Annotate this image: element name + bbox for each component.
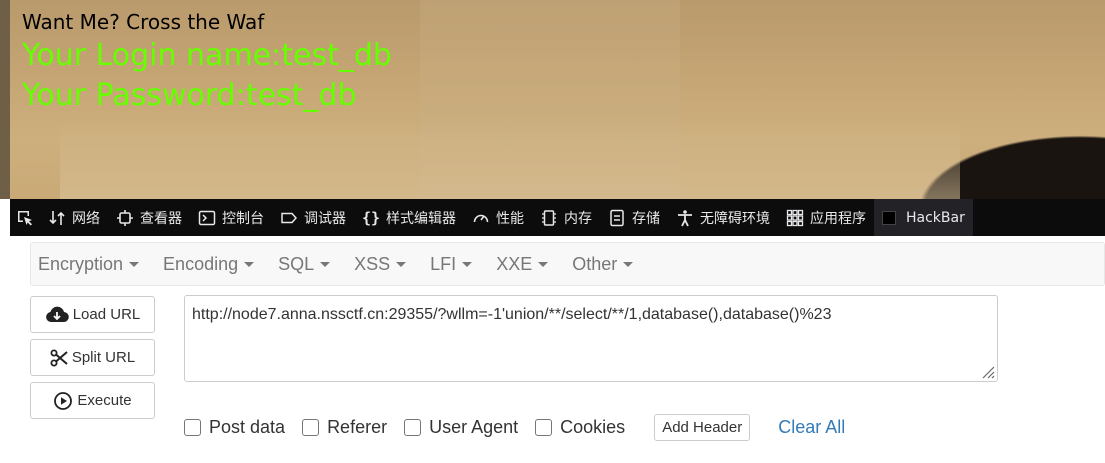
menu-other[interactable]: Other [565,254,640,275]
load-url-button[interactable]: Load URL [30,296,155,333]
cookies-option[interactable]: Cookies [535,417,625,438]
tab-accessibility[interactable]: 无障碍环境 [668,199,778,236]
tab-label: 调试器 [304,210,346,227]
scissors-icon [50,349,68,367]
caret-down-icon [396,261,407,267]
storage-icon [608,209,626,227]
debugger-icon [280,209,298,227]
tab-label: 性能 [496,210,524,227]
execute-button[interactable]: Execute [30,382,155,419]
menu-sql[interactable]: SQL [271,254,337,275]
application-icon [786,209,804,227]
style-editor-icon: {} [361,208,381,227]
menu-xxe[interactable]: XXE [489,254,555,275]
menu-label: Other [572,253,618,274]
menu-encryption[interactable]: Encryption [31,254,146,275]
referer-option[interactable]: Referer [302,417,387,438]
web-page-content: Want Me? Cross the Waf Your Login name:t… [0,0,1105,199]
menu-lfi[interactable]: LFI [423,254,479,275]
hackbar-menubar: Encryption Encoding SQL XSS LFI XXE Othe… [30,242,1105,286]
inspector-icon [116,209,134,227]
caret-down-icon [129,261,140,267]
add-header-button[interactable]: Add Header [654,413,751,441]
accessibility-icon [676,209,694,227]
tab-debugger[interactable]: 调试器 [272,199,354,236]
resize-grip-icon[interactable] [979,363,995,379]
performance-icon [472,209,490,227]
tab-label: 应用程序 [810,210,866,227]
tab-label: 控制台 [222,210,264,227]
split-url-button[interactable]: Split URL [30,339,155,376]
cookies-checkbox[interactable] [535,418,553,436]
button-label: Split URL [71,349,136,366]
option-label: Cookies [560,416,626,437]
page-left-edge [0,0,10,199]
caret-down-icon [244,261,255,267]
tab-performance[interactable]: 性能 [464,199,532,236]
menu-label: LFI [430,253,457,274]
network-icon [48,209,66,227]
referer-checkbox[interactable] [302,418,320,436]
menu-label: Encoding [163,253,239,274]
tab-label: 存储 [632,210,660,227]
tab-label: 无障碍环境 [700,210,770,227]
cloud-download-icon [45,306,69,324]
tab-label: 内存 [564,210,592,227]
post-data-option[interactable]: Post data [184,417,285,438]
user-agent-checkbox[interactable] [404,418,422,436]
option-label: Referer [327,416,388,437]
tab-memory[interactable]: 内存 [532,199,600,236]
menu-label: SQL [278,253,315,274]
clear-all-link[interactable]: Clear All [778,417,845,438]
tab-application[interactable]: 应用程序 [778,199,874,236]
password-text: Your Password:test_db [22,78,357,113]
tab-console[interactable]: 控制台 [190,199,272,236]
tab-label: 网络 [72,210,100,227]
caret-down-icon [538,261,549,267]
tab-label: 样式编辑器 [386,210,456,227]
menu-label: XSS [354,253,391,274]
button-label: Execute [77,392,132,409]
url-value: http://node7.anna.nssctf.cn:29355/?wllm=… [192,306,832,323]
caret-down-icon [462,261,473,267]
tab-storage[interactable]: 存储 [600,199,668,236]
tab-inspector[interactable]: 查看器 [108,199,190,236]
tab-network[interactable]: 网络 [40,199,108,236]
tab-label: HackBar [906,209,965,226]
option-label: User Agent [429,416,519,437]
hackbar-panel: Encryption Encoding SQL XSS LFI XXE Othe… [10,236,1105,463]
menu-label: XXE [496,253,533,274]
devtools-toolbar: 网络 查看器 控制台 调试器 {} 样式编辑器 性能 内存 存储 无障碍环境 应… [10,199,1105,236]
tab-label: 查看器 [140,210,182,227]
menu-xss[interactable]: XSS [347,254,413,275]
button-label: Load URL [72,306,141,323]
request-options: Post data Referer User Agent Cookies Add… [184,412,845,442]
url-textarea[interactable]: http://node7.anna.nssctf.cn:29355/?wllm=… [184,295,998,382]
background-blur [60,120,960,199]
caret-down-icon [623,261,634,267]
post-data-checkbox[interactable] [184,418,201,436]
caret-down-icon [320,261,331,267]
option-label: Post data [209,416,286,437]
menu-encoding[interactable]: Encoding [156,254,261,275]
hackbar-icon [882,210,896,225]
login-name-text: Your Login name:test_db [22,38,392,73]
console-icon [198,209,216,227]
user-agent-option[interactable]: User Agent [404,417,518,438]
menu-label: Encryption [38,253,124,274]
memory-icon [540,209,558,227]
tab-hackbar[interactable]: HackBar [874,199,973,236]
waf-title: Want Me? Cross the Waf [22,10,265,34]
element-picker-icon[interactable] [10,199,40,236]
play-circle-icon [53,391,73,411]
tab-style-editor[interactable]: {} 样式编辑器 [354,199,464,236]
